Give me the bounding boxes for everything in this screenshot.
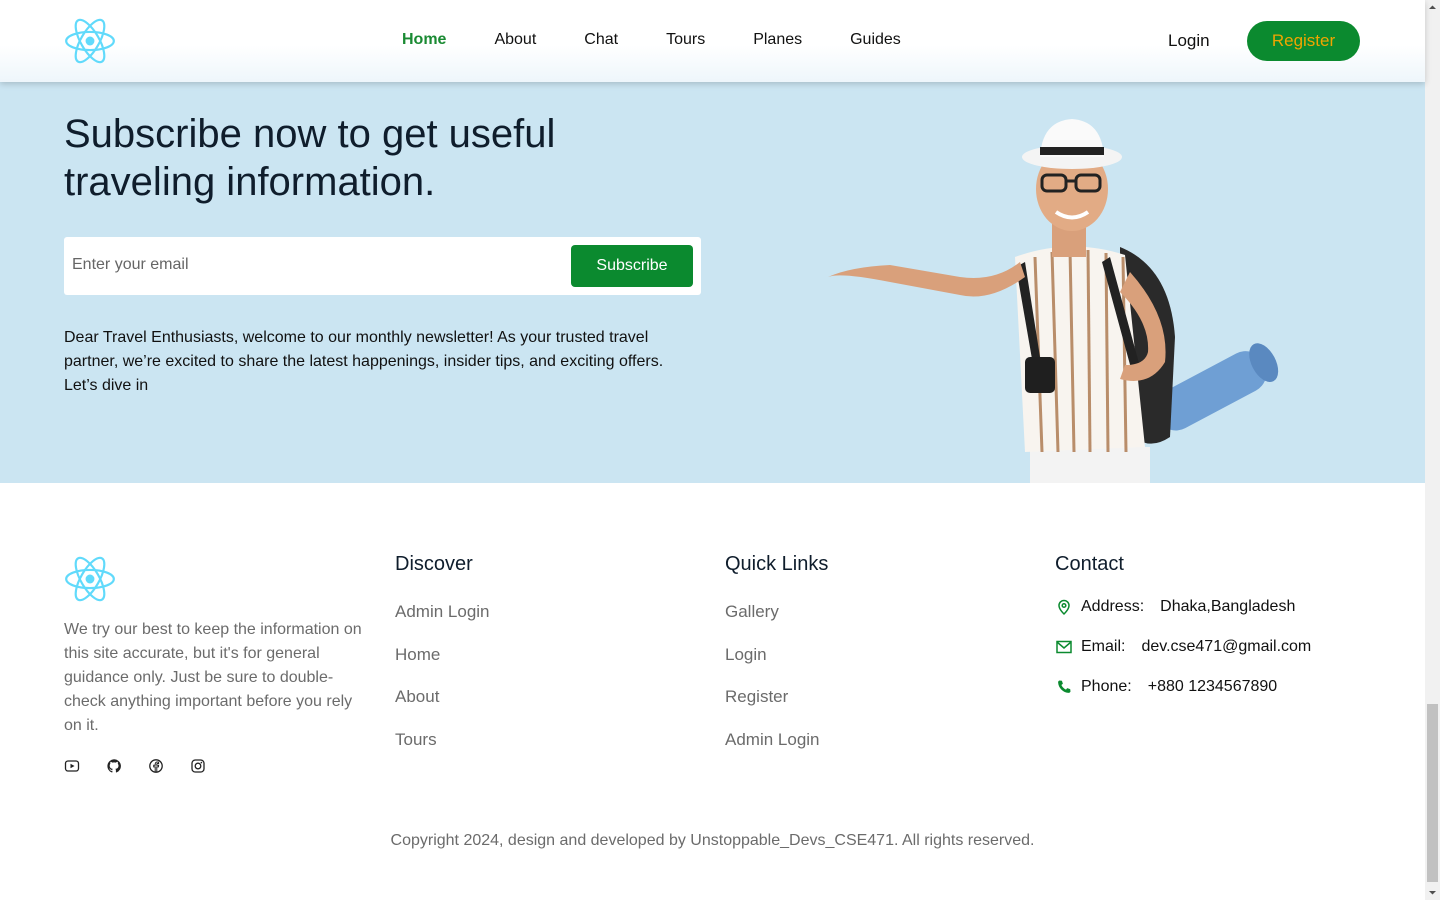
social-links — [64, 758, 206, 774]
phone-icon — [1055, 678, 1073, 696]
email-value: dev.cse471@gmail.com — [1141, 638, 1312, 655]
mail-icon — [1055, 638, 1073, 656]
youtube-icon[interactable] — [64, 758, 80, 774]
copyright-text: Copyright 2024, design and developed by … — [390, 832, 1035, 849]
discover-link-home[interactable]: Home — [395, 645, 490, 665]
address-label: Address: — [1081, 598, 1145, 615]
contact-email: Email: dev.cse471@gmail.com — [1055, 637, 1311, 657]
nav-planes[interactable]: Planes — [753, 30, 802, 50]
phone-value: +880 1234567890 — [1147, 678, 1278, 695]
scroll-down-arrow-icon[interactable] — [1425, 885, 1440, 900]
react-logo-icon[interactable] — [64, 17, 116, 65]
footer-logo-icon[interactable] — [64, 555, 116, 603]
github-icon[interactable] — [106, 758, 122, 774]
register-button[interactable]: Register — [1247, 21, 1360, 61]
scroll-up-arrow-icon[interactable] — [1425, 0, 1440, 15]
scrollbar-thumb[interactable] — [1427, 704, 1438, 882]
discover-column: Discover Admin Login Home About Tours — [395, 552, 490, 772]
quick-link-login[interactable]: Login — [725, 645, 828, 665]
discover-link-tours[interactable]: Tours — [395, 730, 490, 750]
nav-about[interactable]: About — [494, 30, 536, 50]
discover-heading: Discover — [395, 553, 473, 575]
site-header: Home About Chat Tours Planes Guides Logi… — [0, 0, 1425, 82]
contact-heading: Contact — [1055, 553, 1124, 575]
contact-column: Contact Address: Dhaka,Bangladesh Email:… — [1055, 552, 1311, 717]
subscribe-button[interactable]: Subscribe — [571, 245, 693, 287]
email-input[interactable] — [72, 251, 552, 279]
quick-link-gallery[interactable]: Gallery — [725, 602, 828, 622]
location-pin-icon — [1055, 598, 1073, 616]
subscribe-form: Subscribe — [64, 237, 701, 295]
nav-guides[interactable]: Guides — [850, 30, 901, 50]
phone-label: Phone: — [1081, 678, 1132, 695]
page-scrollbar[interactable] — [1425, 0, 1440, 900]
discover-link-admin-login[interactable]: Admin Login — [395, 602, 490, 622]
instagram-icon[interactable] — [190, 758, 206, 774]
address-value: Dhaka,Bangladesh — [1160, 598, 1296, 615]
newsletter-title: Subscribe now to get useful traveling in… — [64, 112, 556, 204]
newsletter-section: Subscribe now to get useful traveling in… — [0, 82, 1425, 483]
discover-link-about[interactable]: About — [395, 687, 490, 707]
contact-address: Address: Dhaka,Bangladesh — [1055, 597, 1311, 617]
quick-links-heading: Quick Links — [725, 553, 829, 575]
nav-chat[interactable]: Chat — [584, 30, 618, 50]
quick-link-register[interactable]: Register — [725, 687, 828, 707]
facebook-icon[interactable] — [148, 758, 164, 774]
email-label: Email: — [1081, 638, 1126, 655]
contact-phone: Phone: +880 1234567890 — [1055, 677, 1311, 697]
nav-tours[interactable]: Tours — [666, 30, 705, 50]
newsletter-text: Dear Travel Enthusiasts, welcome to our … — [64, 329, 664, 394]
quick-links-column: Quick Links Gallery Login Register Admin… — [725, 552, 828, 772]
footer-about-text: We try our best to keep the information … — [64, 621, 362, 734]
main-nav: Home About Chat Tours Planes Guides — [402, 30, 949, 50]
quick-link-admin-login[interactable]: Admin Login — [725, 730, 828, 750]
traveler-image — [828, 119, 1279, 483]
nav-home[interactable]: Home — [402, 30, 446, 50]
login-button[interactable]: Login — [1168, 31, 1210, 51]
